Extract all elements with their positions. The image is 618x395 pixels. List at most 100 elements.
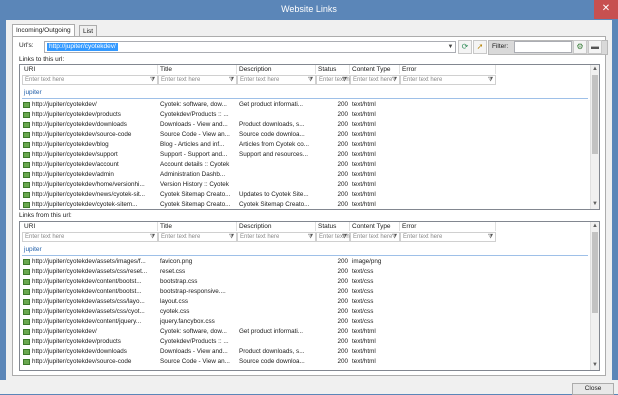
funnel-icon[interactable]: ⧩ (391, 234, 398, 241)
filter-clear-icon[interactable]: ▬ (588, 40, 602, 54)
table-cell: 200 (337, 278, 348, 285)
filter-input[interactable] (514, 41, 572, 53)
column-header[interactable]: Title (158, 65, 237, 74)
scrollbar-thumb[interactable] (592, 232, 598, 313)
window-close-button[interactable]: ✕ (594, 0, 618, 19)
filter-apply-icon[interactable]: ⚙ (573, 40, 587, 54)
table-row[interactable]: http://jupiter/cyotekdev/cyotek-sitem...… (20, 200, 590, 209)
column-filter-input[interactable]: Enter text here ⧩ (400, 75, 496, 85)
table-row[interactable]: http://jupiter/cyotekdev/products Cyotekd… (20, 337, 590, 347)
column-filter-input[interactable]: Enter text here ⧩ (22, 75, 158, 85)
column-filter-input[interactable]: Enter text here ⧩ (237, 232, 316, 242)
column-filter-input[interactable]: Enter text here ⧩ (237, 75, 316, 85)
column-header[interactable]: Error (400, 222, 496, 231)
url-combobox[interactable]: http://jupiter/cyotekdev/ ▼ (44, 41, 456, 53)
funnel-icon[interactable]: ⧩ (341, 234, 348, 241)
column-filter-input[interactable]: Enter text here ⧩ (158, 232, 237, 242)
column-filter-input[interactable]: Enter text here ⧩ (316, 232, 358, 242)
column-header[interactable]: Description (237, 65, 316, 74)
table-row[interactable]: http://jupiter/cyotekdev/downloads Downlo… (20, 120, 590, 130)
vertical-scrollbar[interactable]: ▲ ▼ (590, 222, 599, 370)
table-row[interactable]: http://jupiter/cyotekdev/blog Blog - Arti… (20, 140, 590, 150)
scroll-down-icon[interactable]: ▼ (591, 200, 599, 208)
link-status-icon (23, 102, 30, 108)
column-filter-input[interactable]: Enter text here ⧩ (316, 75, 358, 85)
funnel-icon[interactable]: ⧩ (149, 234, 156, 241)
table-row[interactable]: http://jupiter/cyotekdev/assets/css/layo… (20, 297, 590, 307)
links-from-grid[interactable]: URI Title Description Status Content Type Err… (19, 221, 600, 371)
funnel-icon[interactable]: ⧩ (487, 234, 494, 241)
group-header[interactable]: jupiter (24, 89, 42, 96)
funnel-icon[interactable]: ⧩ (307, 234, 314, 241)
link-status-icon (23, 299, 30, 305)
vertical-scrollbar[interactable]: ▲ ▼ (590, 65, 599, 209)
column-header[interactable]: Status (316, 65, 350, 74)
close-button[interactable]: Close (572, 383, 614, 395)
link-status-icon (23, 329, 30, 335)
funnel-icon[interactable]: ⧩ (228, 77, 235, 84)
table-cell: Cyotekdev/Products :: ... (160, 111, 229, 118)
funnel-icon[interactable]: ⧩ (307, 77, 314, 84)
table-row[interactable]: http://jupiter/cyotekdev/account Account … (20, 160, 590, 170)
table-cell: reset.css (160, 268, 186, 275)
table-cell: Updates to Cyotek Site... (239, 191, 309, 198)
table-row[interactable]: http://jupiter/cyotekdev/news/cyotek-sit… (20, 190, 590, 200)
column-filter-input[interactable]: Enter text here ⧩ (350, 232, 400, 242)
table-cell (402, 357, 494, 367)
table-row[interactable]: http://jupiter/cyotekdev/Cyotek: softwar… (20, 327, 590, 337)
column-filter-input[interactable]: Enter text here ⧩ (350, 75, 400, 85)
scrollbar-thumb[interactable] (592, 75, 598, 154)
table-cell: 200 (337, 288, 348, 295)
table-cell (402, 190, 494, 200)
table-cell: Source Code - View an... (160, 131, 230, 138)
funnel-icon[interactable]: ⧩ (391, 77, 398, 84)
column-header[interactable]: URI (22, 65, 158, 74)
table-row[interactable]: http://jupiter/cyotekdev/content/jquery.… (20, 317, 590, 327)
table-row[interactable]: http://jupiter/cyotekdev/home/versionhi.… (20, 180, 590, 190)
table-cell (402, 317, 494, 327)
table-row[interactable]: http://jupiter/cyotekdev/source-code Sour… (20, 357, 590, 367)
column-filter-input[interactable]: Enter text here ⧩ (22, 232, 158, 242)
column-header[interactable]: Content Type (350, 65, 400, 74)
column-header[interactable]: Status (316, 222, 350, 231)
scroll-up-icon[interactable]: ▲ (591, 222, 599, 230)
table-row[interactable]: http://jupiter/cyotekdev/admin Administra… (20, 170, 590, 180)
funnel-icon[interactable]: ⧩ (149, 77, 156, 84)
column-header[interactable]: Title (158, 222, 237, 231)
refresh-icon[interactable]: ⟳ (458, 40, 472, 54)
navigate-icon[interactable]: ➚ (473, 40, 487, 54)
column-filter-input[interactable]: Enter text here ⧩ (158, 75, 237, 85)
table-row[interactable]: http://jupiter/cyotekdev/content/bootst.… (20, 277, 590, 287)
chevron-down-icon[interactable]: ▼ (446, 42, 455, 52)
cell-uri: http://jupiter/cyotekdev/account (32, 161, 119, 168)
scroll-down-icon[interactable]: ▼ (591, 361, 599, 369)
table-cell: Support and resources... (239, 151, 308, 158)
column-header[interactable]: Error (400, 65, 496, 74)
table-cell: text/html (352, 101, 376, 108)
funnel-icon[interactable]: ⧩ (487, 77, 494, 84)
table-cell (239, 277, 314, 287)
table-row[interactable]: http://jupiter/cyotekdev/source-code Sour… (20, 130, 590, 140)
cell-uri: http://jupiter/cyotekdev/news/cyotek-sit… (32, 191, 146, 198)
table-row[interactable]: http://jupiter/cyotekdev/assets/css/rese… (20, 267, 590, 277)
scroll-up-icon[interactable]: ▲ (591, 65, 599, 73)
table-cell: text/html (352, 328, 376, 335)
column-header[interactable]: URI (22, 222, 158, 231)
links-to-grid[interactable]: URI Title Description Status Content Type Err… (19, 64, 600, 210)
filter-placeholder: Enter text here (25, 234, 65, 240)
table-row[interactable]: http://jupiter/cyotekdev/content/bootst.… (20, 287, 590, 297)
table-row[interactable]: http://jupiter/cyotekdev/assets/css/cyot… (20, 307, 590, 317)
group-header[interactable]: jupiter (24, 246, 42, 253)
table-row[interactable]: http://jupiter/cyotekdev/downloads Downlo… (20, 347, 590, 357)
table-row[interactable]: http://jupiter/cyotekdev/Cyotek: softwar… (20, 100, 590, 110)
table-row[interactable]: http://jupiter/cyotekdev/assets/images/f… (20, 257, 590, 267)
column-header[interactable]: Content Type (350, 222, 400, 231)
funnel-icon[interactable]: ⧩ (341, 77, 348, 84)
table-row[interactable]: http://jupiter/cyotekdev/support Support … (20, 150, 590, 160)
column-filter-input[interactable]: Enter text here ⧩ (400, 232, 496, 242)
column-header[interactable]: Description (237, 222, 316, 231)
funnel-icon[interactable]: ⧩ (228, 234, 235, 241)
table-cell: bootstrap-responsive.... (160, 288, 226, 295)
table-cell: 200 (337, 258, 348, 265)
table-row[interactable]: http://jupiter/cyotekdev/products Cyotekd… (20, 110, 590, 120)
